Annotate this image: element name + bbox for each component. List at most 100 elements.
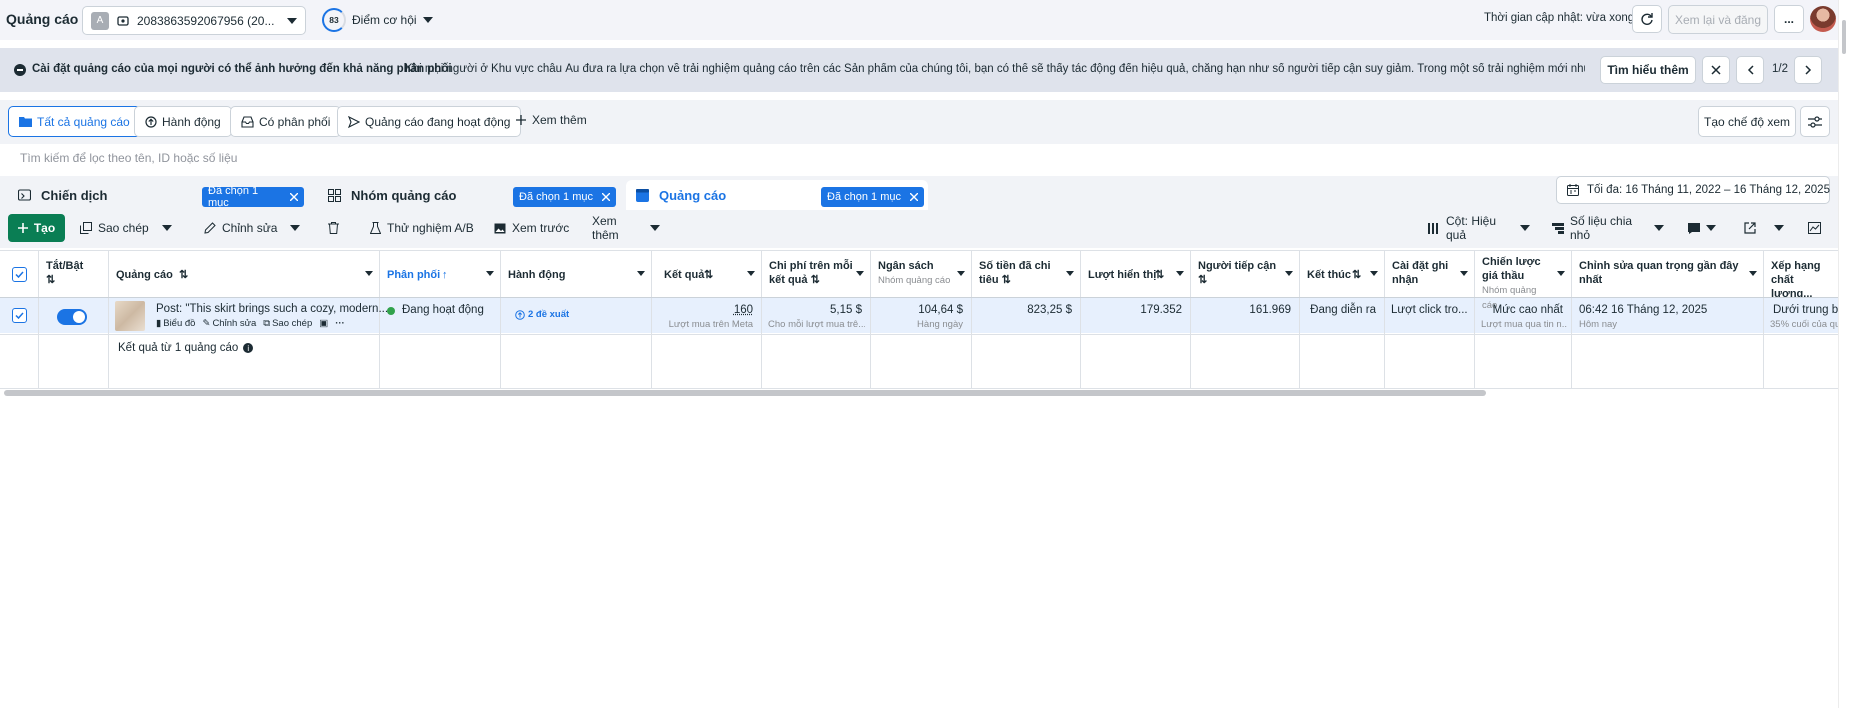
tab-delivering[interactable]: Có phân phối (230, 106, 342, 137)
adset-selection-chip[interactable]: Đã chọn 1 mục (513, 187, 616, 207)
duplicate-menu-button[interactable] (155, 214, 179, 242)
header-cpr[interactable]: Chi phí trên mỗi kết quả ⇅ (762, 251, 871, 298)
tab-active-ads[interactable]: Quảng cáo đang hoạt động (337, 106, 522, 137)
chevron-left-icon (1747, 65, 1754, 75)
header-quality[interactable]: Xếp hạng chất lượng... (1764, 251, 1838, 298)
close-icon[interactable] (909, 193, 918, 201)
export-menu-button[interactable] (1767, 214, 1791, 242)
ad-toolbar: Tạo Sao chép Chỉnh sửa Thử nghiệm A/B Xe… (0, 210, 1838, 248)
chart-link[interactable]: ▮ Biểu đồ (156, 318, 195, 329)
col-select (0, 251, 39, 389)
charts-button[interactable] (1802, 214, 1826, 242)
header-reach[interactable]: Người tiếp cận ⇅ (1191, 251, 1300, 298)
export-icon (1744, 222, 1756, 234)
review-publish-button[interactable]: Xem lại và đăng (1668, 5, 1768, 34)
header-attribution[interactable]: Cài đặt ghi nhận (1385, 251, 1475, 298)
header-last-edit[interactable]: Chỉnh sửa quan trọng gần đây nhất (1572, 251, 1764, 298)
info-icon[interactable]: i (243, 343, 254, 353)
close-banner-button[interactable] (1702, 56, 1730, 84)
vertical-scrollbar[interactable] (1838, 0, 1858, 708)
learn-more-button[interactable]: Tìm hiểu thêm (1600, 56, 1696, 84)
ad-name[interactable]: Post: "This skirt brings such a cozy, mo… (156, 303, 388, 315)
header-label: Người tiếp cận (1198, 260, 1277, 272)
create-button[interactable]: Tạo (8, 214, 65, 242)
row-checkbox[interactable] (12, 308, 27, 323)
bid-sub: Lượt mua qua tin n... (1481, 319, 1567, 330)
bar-chart-icon: ▮ (156, 318, 162, 329)
header-spent[interactable]: Số tiền đã chi tiêu ⇅ (972, 251, 1081, 298)
header-ad[interactable]: Quảng cáo ⇅ (109, 251, 380, 298)
search-input[interactable]: Tìm kiếm để lọc theo tên, ID hoặc số liệ… (8, 146, 1830, 170)
create-view-button[interactable]: Tạo chế độ xem (1698, 106, 1796, 137)
view-settings-button[interactable] (1800, 106, 1830, 137)
bid-value: Mức cao nhất (1492, 304, 1563, 316)
prev-notice-button[interactable] (1736, 56, 1764, 84)
export-button[interactable] (1738, 214, 1762, 242)
see-more-button[interactable]: Xem thêm (586, 214, 660, 242)
sort-icon: ⇅ (1198, 274, 1208, 286)
columns-label: Cột: Hiệu quả (1446, 214, 1497, 242)
ab-test-button[interactable]: Thử nghiệm A/B (364, 214, 476, 242)
breakdown-icon (1552, 222, 1564, 234)
col-reach: Người tiếp cận ⇅ 161.969 (1191, 251, 1300, 389)
sort-icon: ⇅ (1001, 274, 1011, 286)
top-bar: Quảng cáo A 2083863592067956 (20... 83 Đ… (0, 0, 1858, 40)
header-ends[interactable]: Kết thúc ⇅ (1300, 251, 1385, 298)
next-notice-button[interactable] (1794, 56, 1822, 84)
opportunity-score[interactable]: 83 Điểm cơ hội (322, 8, 433, 32)
budget-sub: Hàng ngày (917, 319, 963, 330)
account-selector[interactable]: A 2083863592067956 (20... (82, 6, 306, 35)
recommendations-link[interactable]: 2 đề xuất (515, 309, 569, 320)
breakdown-button[interactable]: Số liệu chia nhỏ (1546, 214, 1664, 242)
results-value[interactable]: 160 (734, 304, 753, 316)
preview-button[interactable]: Xem trước (490, 214, 570, 242)
edit-button[interactable]: Chỉnh sửa (196, 214, 278, 242)
tab-ads[interactable]: Quảng cáo Đã chọn 1 mục (626, 180, 928, 210)
tab-adsets[interactable]: Nhóm quảng cáo Đã chọn 1 mục (318, 180, 620, 210)
col-impressions: Lượt hiển thị ⇅ 179.352 (1081, 251, 1191, 389)
columns-button[interactable]: Cột: Hiệu quả (1420, 214, 1530, 242)
header-sub: Nhóm quảng cáo (878, 275, 951, 286)
chevron-down-icon (1774, 225, 1784, 231)
header-results[interactable]: Kết quả ⇅ (652, 251, 762, 298)
pencil-icon: ✎ (202, 318, 211, 329)
chart-icon (1807, 222, 1821, 234)
chip-label: Đã chọn 1 mục (208, 185, 259, 209)
more-icon[interactable]: ··· (335, 318, 345, 329)
reports-button[interactable] (1682, 214, 1722, 242)
header-bid[interactable]: Chiến lược giá thầu Nhóm quảng cáo (1475, 251, 1572, 311)
avatar[interactable] (1810, 6, 1836, 32)
header-toggle[interactable]: Tắt/Bật ⇅ (39, 251, 109, 298)
more-button[interactable]: ... (1774, 5, 1804, 33)
tab-actions[interactable]: Hành động (134, 106, 232, 137)
tab-label: Quảng cáo đang hoạt động (365, 114, 511, 129)
header-label: Hành động (508, 269, 566, 281)
select-all-checkbox[interactable] (12, 267, 27, 282)
date-range-picker[interactable]: Tối đa: 16 Tháng 11, 2022 – 16 Tháng 12,… (1556, 176, 1848, 204)
close-icon[interactable] (290, 193, 298, 201)
image-icon[interactable]: ▣ (319, 318, 328, 329)
send-icon (348, 115, 360, 128)
header-delivery[interactable]: Phân phối ↑ (380, 251, 501, 298)
see-more-filters[interactable]: Xem thêm (516, 113, 587, 127)
tab-campaigns[interactable]: Chiến dịch Đã chọn 1 mục (8, 180, 304, 210)
header-impressions[interactable]: Lượt hiển thị ⇅ (1081, 251, 1191, 298)
edit-link[interactable]: ✎ Chỉnh sửa (202, 318, 256, 329)
tab-all-ads[interactable]: Tất cả quảng cáo (8, 106, 141, 137)
scroll-thumb[interactable] (1842, 20, 1846, 54)
edit-menu-button[interactable] (283, 214, 307, 242)
page-title: Quảng cáo (6, 11, 79, 27)
delete-button[interactable] (321, 214, 345, 242)
ad-selection-chip[interactable]: Đã chọn 1 mục (821, 187, 924, 207)
horizontal-scrollbar[interactable] (4, 390, 1486, 396)
campaign-selection-chip[interactable]: Đã chọn 1 mục (202, 185, 304, 209)
close-icon[interactable] (601, 193, 610, 201)
duplicate-button[interactable]: Sao chép (72, 214, 150, 242)
duplicate-link[interactable]: ⧉ Sao chép (263, 318, 312, 329)
header-actions[interactable]: Hành động (501, 251, 652, 298)
header-budget[interactable]: Ngân sách Nhóm quảng cáo (871, 251, 972, 298)
banner-body: Khi mọi người ở Khu vực châu Âu đưa ra l… (405, 63, 1585, 75)
refresh-button[interactable] (1632, 5, 1662, 33)
active-toggle[interactable] (57, 309, 87, 325)
copy-icon (80, 222, 92, 234)
